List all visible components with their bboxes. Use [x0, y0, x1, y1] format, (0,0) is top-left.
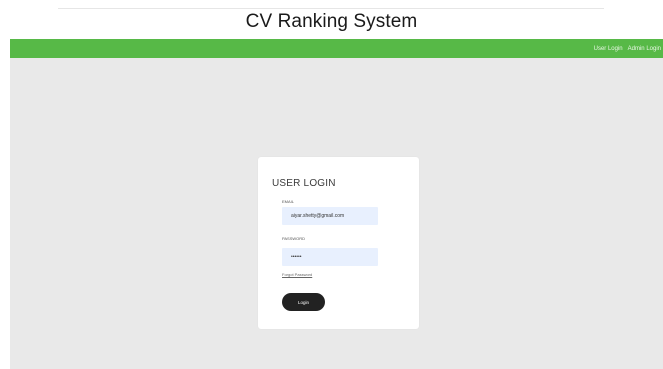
password-label: PASSWORD	[282, 236, 306, 241]
site-title: CV Ranking System	[245, 11, 418, 32]
nav-link-user-login[interactable]: User Login	[594, 46, 623, 52]
password-field[interactable]	[282, 248, 378, 266]
nav-link-admin-login[interactable]: Admin Login	[628, 46, 661, 52]
login-button[interactable]: Login	[282, 293, 325, 311]
page: CV Ranking System User Login Admin Login…	[0, 0, 663, 369]
login-title: USER LOGIN	[272, 178, 336, 189]
top-divider	[58, 8, 604, 9]
navbar: User Login Admin Login	[10, 39, 663, 58]
email-field[interactable]	[282, 207, 378, 225]
email-label: EMAIL	[282, 199, 295, 204]
forgot-password-link[interactable]: Forgot Password	[282, 272, 312, 277]
